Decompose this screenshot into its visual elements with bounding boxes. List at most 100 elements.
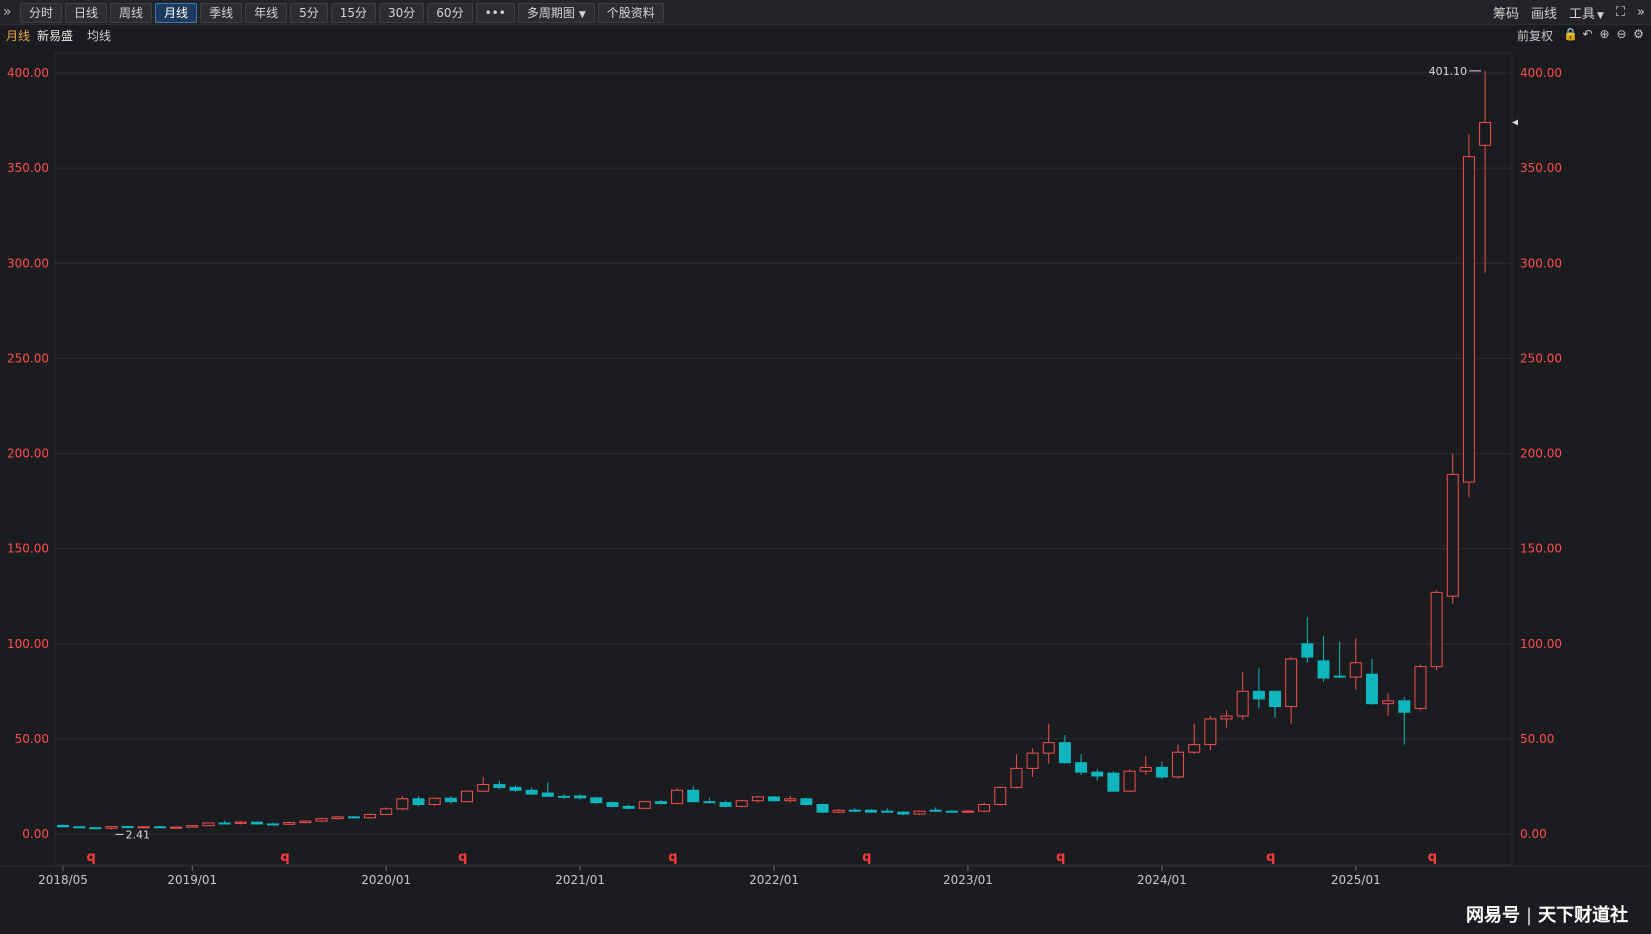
candle-body[interactable] [1075, 762, 1088, 773]
candle-body[interactable] [881, 810, 894, 813]
candle-body[interactable] [299, 820, 312, 824]
candle-body[interactable] [574, 795, 587, 799]
candle-body[interactable] [1285, 658, 1298, 708]
candle-body[interactable] [1365, 673, 1378, 705]
candle-body[interactable] [234, 821, 247, 824]
candle-body[interactable] [1269, 690, 1281, 708]
tab-11[interactable]: 多周期图 ▼ [517, 3, 595, 23]
candle-body[interactable] [1220, 715, 1233, 720]
candle-body[interactable] [1091, 771, 1104, 777]
candle-body[interactable] [202, 822, 215, 827]
candle-body[interactable] [1172, 751, 1185, 778]
tab-12[interactable]: 个股资料 [597, 3, 664, 23]
candle-body[interactable] [57, 824, 69, 828]
candle-body[interactable] [1010, 767, 1023, 788]
candle-body[interactable] [1349, 662, 1362, 678]
candle-body[interactable] [1139, 766, 1152, 772]
lock-icon[interactable]: 🔒 [1562, 26, 1579, 43]
candle-body[interactable] [1382, 700, 1395, 705]
candle-body[interactable] [703, 801, 716, 804]
candle-body[interactable] [1333, 675, 1346, 678]
tab-8[interactable]: 30分 [379, 3, 425, 23]
price-adjust-toggle[interactable]: 前复权 [1517, 27, 1553, 44]
tab-1[interactable]: 日线 [65, 3, 108, 23]
candle-body[interactable] [89, 827, 102, 830]
candle-body[interactable] [978, 804, 991, 812]
fullscreen-icon[interactable]: ⛶ [1616, 5, 1625, 20]
tab-5[interactable]: 年线 [245, 3, 288, 23]
candle-body[interactable] [412, 798, 425, 806]
candle-body[interactable] [283, 822, 296, 825]
candle-body[interactable] [848, 809, 861, 812]
expand-sidebar-icon[interactable]: » [3, 3, 17, 21]
tab-2[interactable]: 周线 [110, 3, 153, 23]
candle-body[interactable] [1252, 690, 1265, 700]
candle-body[interactable] [735, 800, 748, 807]
candle-body[interactable] [1317, 660, 1330, 679]
candle-body[interactable] [994, 786, 1007, 806]
candle-body[interactable] [1236, 690, 1249, 717]
tab-6[interactable]: 5分 [290, 3, 328, 23]
candle-body[interactable] [493, 784, 506, 788]
candle-body[interactable] [170, 826, 183, 829]
undo-icon[interactable]: ↶ [1579, 26, 1596, 43]
candle-body[interactable] [509, 786, 522, 791]
candle-body[interactable] [315, 818, 328, 822]
candle-body[interactable] [557, 795, 570, 798]
candle-body[interactable] [800, 798, 813, 806]
candle-body[interactable] [1414, 666, 1427, 709]
collapse-panel-icon[interactable]: » [1637, 5, 1645, 20]
candle-body[interactable] [461, 790, 473, 803]
candle-body[interactable] [250, 821, 263, 825]
candle-body[interactable] [477, 784, 490, 792]
candlestick-chart[interactable]: 0.00 0.00 50.00 50.00 100.00 100.00 150.00 150.… [0, 45, 1651, 934]
drawing-button[interactable]: 画线 [1531, 3, 1557, 22]
candle-body[interactable] [153, 826, 166, 829]
candle-body[interactable] [1042, 742, 1055, 754]
stock-name[interactable]: 新易盛 [37, 27, 73, 44]
candle-body[interactable] [105, 826, 118, 829]
tab-7[interactable]: 15分 [330, 3, 377, 23]
candle-body[interactable] [654, 801, 667, 805]
candle-body[interactable] [590, 797, 603, 804]
candle-body[interactable] [331, 816, 344, 820]
candle-body[interactable] [961, 810, 974, 813]
candle-body[interactable] [945, 810, 958, 813]
candle-body[interactable] [1123, 770, 1136, 792]
tab-3[interactable]: 月线 [155, 3, 198, 23]
candle-body[interactable] [525, 789, 538, 795]
candle-body[interactable] [897, 811, 910, 815]
candle-body[interactable] [606, 802, 619, 807]
tools-menu[interactable]: 工具 ▼ [1569, 3, 1604, 22]
candle-body[interactable] [1430, 591, 1443, 668]
candle-body[interactable] [444, 797, 457, 803]
chip-distribution-button[interactable]: 筹码 [1493, 3, 1519, 22]
candle-body[interactable] [622, 805, 635, 809]
candle-body[interactable] [768, 796, 781, 802]
candle-body[interactable] [380, 808, 393, 815]
candle-body[interactable] [687, 789, 700, 803]
candle-body[interactable] [267, 823, 280, 826]
tab-9[interactable]: 60分 [427, 3, 473, 23]
candle-body[interactable] [1026, 752, 1039, 769]
candle-body[interactable] [73, 826, 86, 829]
candle-body[interactable] [671, 789, 684, 805]
tab-10[interactable]: ••• [475, 3, 515, 23]
candle-body[interactable] [364, 813, 377, 819]
candle-body[interactable] [784, 798, 797, 802]
candle-body[interactable] [218, 822, 231, 825]
candle-body[interactable] [428, 797, 441, 806]
candle-body[interactable] [929, 809, 942, 812]
candle-body[interactable] [751, 796, 764, 802]
candle-body[interactable] [913, 810, 926, 815]
candle-body[interactable] [1204, 718, 1217, 746]
tab-0[interactable]: 分时 [20, 3, 63, 23]
candle-body[interactable] [1058, 742, 1071, 764]
candle-body[interactable] [1188, 744, 1201, 753]
candle-body[interactable] [541, 792, 554, 797]
candle-body[interactable] [719, 802, 732, 807]
candle-body[interactable] [186, 825, 199, 828]
tab-4[interactable]: 季线 [200, 3, 243, 23]
candle-body[interactable] [832, 809, 845, 813]
candle-body[interactable] [638, 801, 651, 809]
